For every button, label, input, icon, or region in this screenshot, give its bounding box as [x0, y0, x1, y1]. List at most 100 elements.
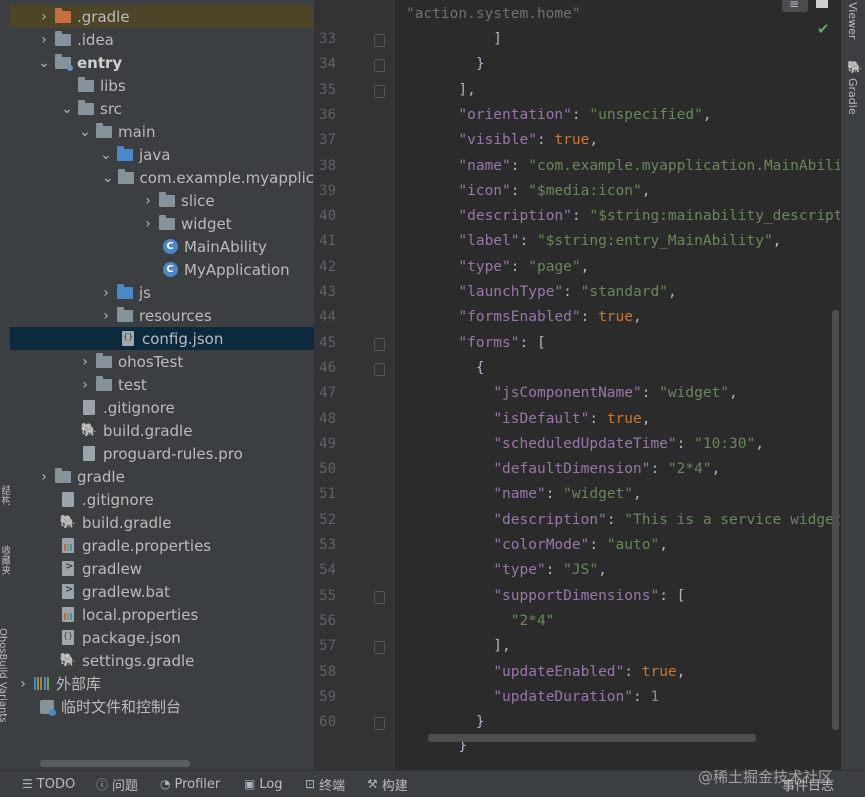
chevron-down-icon[interactable]: ⌄	[99, 147, 113, 163]
tab-label: 问题	[112, 778, 139, 794]
chevron-right-icon[interactable]: ›	[99, 285, 113, 301]
tree-horizontal-scrollbar[interactable]	[40, 760, 190, 767]
text-file-icon	[81, 446, 97, 462]
chevron-down-icon[interactable]: ⌄	[78, 124, 92, 140]
line-number: 57	[319, 638, 336, 654]
line-number: 33	[319, 31, 336, 47]
package-icon	[159, 214, 175, 232]
todo-tab[interactable]: ☰ TODO	[22, 771, 75, 797]
tree-item-js[interactable]: › js	[10, 281, 314, 304]
right-tool-strip: Viewer 🐘 Gradle	[840, 0, 865, 770]
chevron-down-icon[interactable]: ⌄	[102, 170, 114, 186]
tree-item-package[interactable]: ⌄ com.example.myapplic	[10, 166, 314, 189]
log-tab[interactable]: ▣ Log	[244, 771, 283, 797]
chevron-right-icon[interactable]: ›	[37, 32, 51, 48]
profiler-tab[interactable]: ◔ Profiler	[160, 771, 220, 797]
viewer-tool-tab[interactable]: Viewer	[846, 2, 859, 39]
tree-item-config-json[interactable]: config.json	[10, 327, 314, 350]
tree-item-slice[interactable]: › slice	[10, 189, 314, 212]
code-line: "jsComponentName": "widget",	[493, 385, 738, 401]
chevron-right-icon[interactable]: ›	[37, 9, 51, 25]
source-folder-icon	[117, 283, 133, 301]
tree-item-label: config.json	[142, 329, 224, 348]
terminal-tab[interactable]: ⊡ 终端	[305, 771, 345, 797]
tree-item-label: settings.gradle	[82, 651, 195, 670]
tree-item-gradle-properties[interactable]: gradle.properties	[10, 534, 314, 557]
tree-item-root-gitignore[interactable]: .gitignore	[10, 488, 314, 511]
tree-item-settings-gradle[interactable]: 🐘 settings.gradle	[10, 649, 314, 672]
gradle-tool-tab[interactable]: Gradle	[846, 78, 859, 115]
editor-vertical-scrollbar[interactable]	[832, 310, 839, 730]
chevron-right-icon[interactable]: ›	[16, 676, 30, 692]
hammer-icon: ⚒	[367, 777, 378, 791]
tree-item-ohostest[interactable]: › ohosTest	[10, 350, 314, 373]
package-icon	[159, 191, 175, 209]
tree-item-scratches[interactable]: 临时文件和控制台	[10, 695, 314, 718]
tree-item-root-build-gradle[interactable]: 🐘 build.gradle	[10, 511, 314, 534]
tree-item-label: gradle	[77, 467, 125, 486]
code-line: "isDefault": true,	[493, 411, 651, 427]
tree-item-entry-build-gradle[interactable]: 🐘 build.gradle	[10, 419, 314, 442]
tree-item-local-properties[interactable]: local.properties	[10, 603, 314, 626]
tree-item-myapplication[interactable]: C MyApplication	[10, 258, 314, 281]
editor-horizontal-scrollbar[interactable]	[428, 734, 756, 742]
build-tab[interactable]: ⚒ 构建	[367, 771, 408, 797]
fold-marker-icon[interactable]	[374, 591, 385, 604]
json-file-icon	[60, 630, 76, 646]
tree-item-gradle-hidden[interactable]: › .gradle	[10, 5, 314, 28]
code-line: "formsEnabled": true,	[458, 309, 642, 325]
tree-item-proguard[interactable]: proguard-rules.pro	[10, 442, 314, 465]
tree-item-src[interactable]: ⌄ src	[10, 97, 314, 120]
tree-item-gradlew-bat[interactable]: gradlew.bat	[10, 580, 314, 603]
document-icon[interactable]	[816, 0, 828, 8]
package-icon	[117, 168, 134, 186]
code-line: "2*4"	[510, 613, 555, 629]
chevron-right-icon[interactable]: ›	[99, 308, 113, 324]
line-number: 53	[319, 537, 336, 553]
tree-item-package-json[interactable]: package.json	[10, 626, 314, 649]
problems-tab[interactable]: ⓘ 问题	[96, 771, 138, 797]
project-tree: › .gradle › .idea ⌄ entry libs ⌄ src ⌄ m…	[10, 0, 314, 770]
tree-item-gradlew[interactable]: gradlew	[10, 557, 314, 580]
tree-item-java[interactable]: ⌄ java	[10, 143, 314, 166]
code-line: }	[406, 714, 485, 730]
line-number-gutter: 33 34 35 36 37 38 39 40 41 42 43 44 45 46 47 48 49 50 51 52…	[314, 0, 395, 770]
fold-marker-icon[interactable]	[374, 717, 385, 730]
tab-label: 构建	[381, 778, 408, 794]
chevron-right-icon[interactable]: ›	[78, 377, 92, 393]
resources-folder-icon	[117, 306, 133, 324]
tree-item-test[interactable]: › test	[10, 373, 314, 396]
tree-item-mainability[interactable]: C MainAbility	[10, 235, 314, 258]
tree-item-gradle[interactable]: › gradle	[10, 465, 314, 488]
chevron-right-icon[interactable]: ›	[78, 354, 92, 370]
fold-marker-icon[interactable]	[374, 34, 385, 47]
fold-marker-icon[interactable]	[374, 363, 385, 376]
chevron-down-icon[interactable]: ⌄	[37, 55, 51, 71]
tree-item-resources[interactable]: › resources	[10, 304, 314, 327]
code-editor[interactable]: 33 34 35 36 37 38 39 40 41 42 43 44 45 46 47 48 49 50 51 52…	[314, 0, 840, 770]
gradle-elephant-icon: 🐘	[59, 653, 77, 668]
fold-marker-icon[interactable]	[374, 338, 385, 351]
chevron-right-icon[interactable]: ›	[141, 193, 155, 209]
chevron-right-icon[interactable]: ›	[141, 216, 155, 232]
line-number: 44	[319, 309, 336, 325]
tree-item-libs[interactable]: libs	[10, 74, 314, 97]
tree-item-external-libraries[interactable]: › 外部库	[10, 672, 314, 695]
editor-menu-icon[interactable]	[782, 0, 808, 12]
line-number: 35	[319, 82, 336, 98]
gradle-elephant-icon: 🐘	[59, 515, 77, 530]
chevron-right-icon[interactable]: ›	[37, 469, 51, 485]
tree-item-main[interactable]: ⌄ main	[10, 120, 314, 143]
chevron-down-icon[interactable]: ⌄	[60, 101, 74, 117]
tree-item-idea[interactable]: › .idea	[10, 28, 314, 51]
folder-icon	[96, 122, 112, 140]
tree-item-label: package.json	[82, 628, 181, 647]
tree-item-entry[interactable]: ⌄ entry	[10, 51, 314, 74]
tree-item-entry-gitignore[interactable]: .gitignore	[10, 396, 314, 419]
code-line: "label": "$string:entry_MainAbility",	[458, 233, 782, 249]
fold-marker-icon[interactable]	[374, 641, 385, 654]
fold-marker-icon[interactable]	[374, 59, 385, 72]
fold-marker-icon[interactable]	[374, 85, 385, 98]
tree-item-widget[interactable]: › widget	[10, 212, 314, 235]
build-variants-tool-tab[interactable]: OhosBuild Variants	[0, 628, 8, 723]
